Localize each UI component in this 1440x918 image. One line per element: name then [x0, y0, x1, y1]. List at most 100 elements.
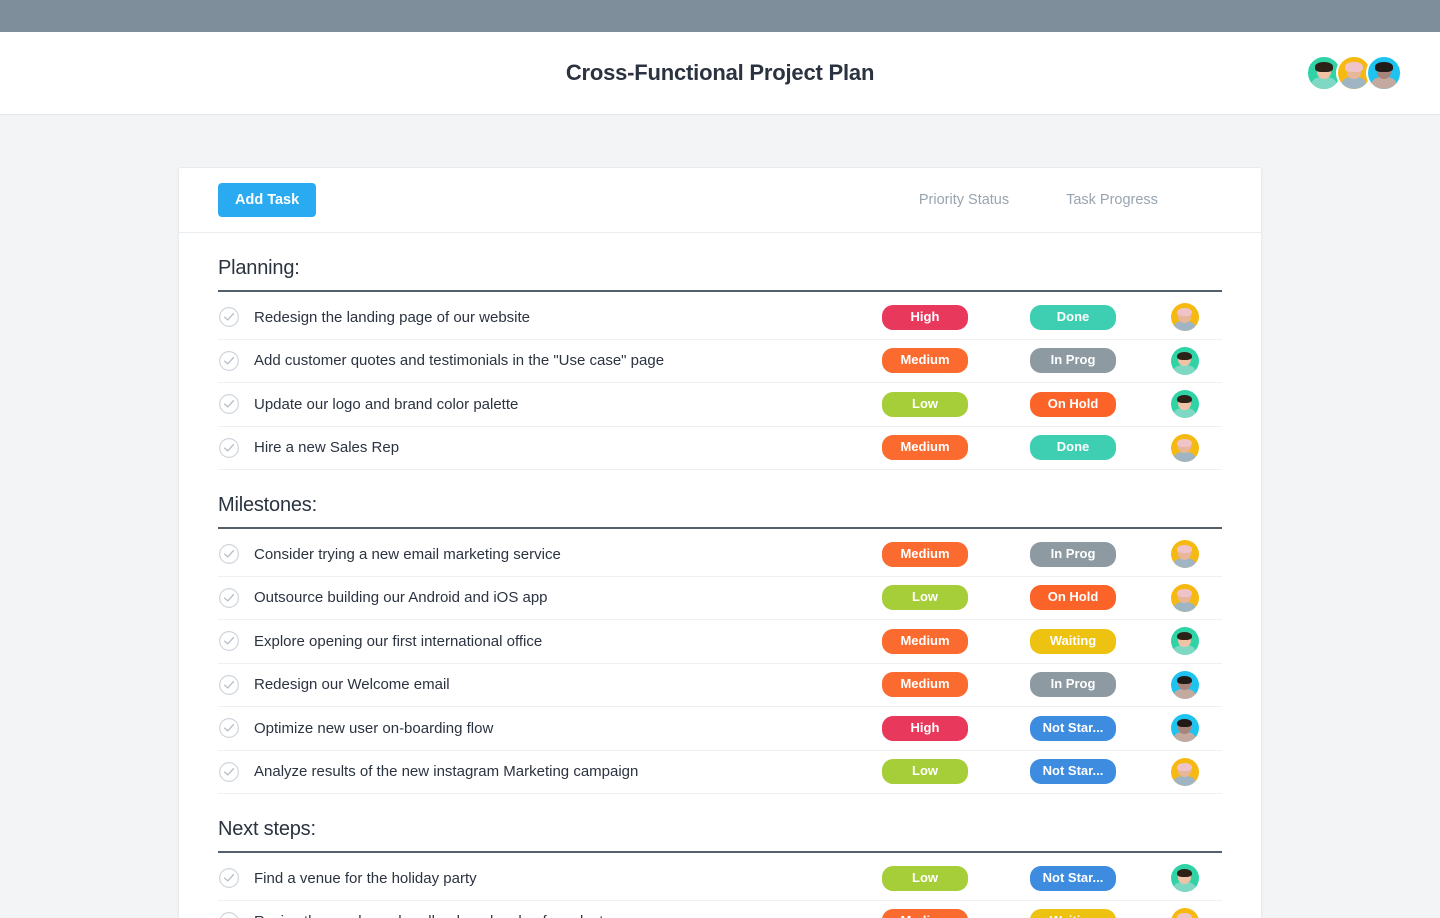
progress-cell: Waiting — [999, 909, 1147, 918]
priority-badge[interactable]: Medium — [882, 348, 968, 374]
progress-badge[interactable]: On Hold — [1030, 391, 1116, 417]
add-task-button[interactable]: Add Task — [218, 182, 317, 218]
progress-cell: Waiting — [999, 628, 1147, 654]
task-row[interactable]: Optimize new user on-boarding flow High No… — [218, 707, 1222, 751]
avatar-body — [1173, 601, 1196, 612]
task-row[interactable]: Analyze results of the new instagram Mar… — [218, 751, 1222, 794]
task-row[interactable]: Outsource building our Android and iOS a… — [218, 577, 1222, 620]
progress-badge[interactable]: Not Star... — [1030, 759, 1116, 785]
assignee-avatar[interactable] — [1170, 907, 1199, 918]
team-avatar-3[interactable] — [1366, 55, 1402, 91]
assignee-cell — [1147, 864, 1222, 893]
avatar-hair — [1375, 62, 1393, 73]
progress-badge[interactable]: Waiting — [1030, 628, 1116, 654]
project-card: Add Task Priority Status Task Progress P… — [178, 167, 1262, 918]
avatar-body — [1173, 451, 1196, 462]
priority-cell: Low — [851, 585, 999, 611]
task-row[interactable]: Redesign our Welcome email Medium In Prog — [218, 664, 1222, 707]
task-row[interactable]: Hire a new Sales Rep Medium Done — [218, 427, 1222, 470]
progress-badge[interactable]: In Prog — [1030, 672, 1116, 698]
assignee-avatar[interactable] — [1170, 303, 1199, 332]
priority-badge[interactable]: Medium — [882, 672, 968, 698]
section-title: Planning: — [218, 257, 300, 279]
priority-cell: High — [851, 304, 999, 330]
priority-badge[interactable]: Low — [882, 865, 968, 891]
assignee-cell — [1147, 670, 1222, 699]
check-circle-icon[interactable] — [218, 587, 240, 609]
task-row[interactable]: Redesign the landing page of our website… — [218, 296, 1222, 340]
task-row[interactable]: Explore opening our first international … — [218, 620, 1222, 664]
avatar-hair — [1176, 632, 1193, 641]
assignee-avatar[interactable] — [1170, 627, 1199, 656]
assignee-avatar[interactable] — [1170, 583, 1199, 612]
priority-badge[interactable]: Low — [882, 585, 968, 611]
priority-cell: Medium — [851, 435, 999, 461]
check-circle-icon[interactable] — [218, 717, 240, 739]
assignee-avatar[interactable] — [1170, 670, 1199, 699]
priority-badge[interactable]: Medium — [882, 541, 968, 567]
progress-badge[interactable]: Waiting — [1030, 909, 1116, 918]
task-row[interactable]: Add customer quotes and testimonials in … — [218, 340, 1222, 383]
assignee-cell — [1147, 583, 1222, 612]
progress-cell: In Prog — [999, 348, 1147, 374]
check-circle-icon[interactable] — [218, 437, 240, 459]
check-circle-icon[interactable] — [218, 393, 240, 415]
progress-badge[interactable]: Done — [1030, 304, 1116, 330]
progress-cell: Not Star... — [999, 715, 1147, 741]
page-body: Add Task Priority Status Task Progress P… — [0, 115, 1440, 918]
assignee-cell — [1147, 714, 1222, 743]
assignee-avatar[interactable] — [1170, 714, 1199, 743]
app-header: Cross-Functional Project Plan — [0, 32, 1440, 115]
progress-badge[interactable]: In Prog — [1030, 348, 1116, 374]
avatar-hair — [1176, 912, 1193, 918]
task-section: Planning: Redesign the landing page of ou… — [179, 233, 1261, 470]
check-circle-icon[interactable] — [218, 867, 240, 889]
task-section: Next steps: Find a venue for the holiday … — [179, 794, 1261, 918]
priority-cell: Low — [851, 759, 999, 785]
assignee-avatar[interactable] — [1170, 540, 1199, 569]
progress-badge[interactable]: Not Star... — [1030, 715, 1116, 741]
priority-badge[interactable]: Low — [882, 391, 968, 417]
task-name: Redesign our Welcome email — [254, 676, 450, 694]
progress-badge[interactable]: On Hold — [1030, 585, 1116, 611]
check-circle-icon[interactable] — [218, 543, 240, 565]
priority-badge[interactable]: High — [882, 715, 968, 741]
check-circle-icon[interactable] — [218, 911, 240, 918]
avatar-hair — [1176, 395, 1193, 404]
assignee-avatar[interactable] — [1170, 757, 1199, 786]
priority-cell: Medium — [851, 348, 999, 374]
assignee-cell — [1147, 303, 1222, 332]
check-circle-icon[interactable] — [218, 674, 240, 696]
check-circle-icon[interactable] — [218, 630, 240, 652]
check-circle-icon[interactable] — [218, 306, 240, 328]
assignee-avatar[interactable] — [1170, 390, 1199, 419]
priority-badge[interactable]: Low — [882, 759, 968, 785]
section-divider — [218, 527, 1222, 529]
team-avatar-stack[interactable] — [1306, 55, 1402, 91]
avatar-body — [1173, 364, 1196, 375]
progress-cell: On Hold — [999, 391, 1147, 417]
priority-badge[interactable]: Medium — [882, 435, 968, 461]
assignee-avatar[interactable] — [1170, 433, 1199, 462]
avatar-body — [1173, 688, 1196, 699]
window-title-bar — [0, 0, 1440, 32]
priority-badge[interactable]: Medium — [882, 909, 968, 918]
task-row[interactable]: Revise the employee handbook and code of… — [218, 901, 1222, 918]
task-row[interactable]: Consider trying a new email marketing se… — [218, 533, 1222, 577]
task-row[interactable]: Find a venue for the holiday party Low Not… — [218, 857, 1222, 901]
task-name: Revise the employee handbook and code of… — [254, 913, 851, 918]
progress-badge[interactable]: Not Star... — [1030, 865, 1116, 891]
avatar-hair — [1315, 62, 1333, 73]
assignee-avatar[interactable] — [1170, 864, 1199, 893]
priority-badge[interactable]: High — [882, 304, 968, 330]
priority-cell: Medium — [851, 672, 999, 698]
assignee-cell — [1147, 907, 1222, 918]
check-circle-icon[interactable] — [218, 350, 240, 372]
task-row[interactable]: Update our logo and brand color palette L… — [218, 383, 1222, 427]
assignee-avatar[interactable] — [1170, 346, 1199, 375]
priority-badge[interactable]: Medium — [882, 628, 968, 654]
progress-badge[interactable]: In Prog — [1030, 541, 1116, 567]
progress-badge[interactable]: Done — [1030, 435, 1116, 461]
avatar-hair — [1176, 545, 1193, 554]
check-circle-icon[interactable] — [218, 761, 240, 783]
